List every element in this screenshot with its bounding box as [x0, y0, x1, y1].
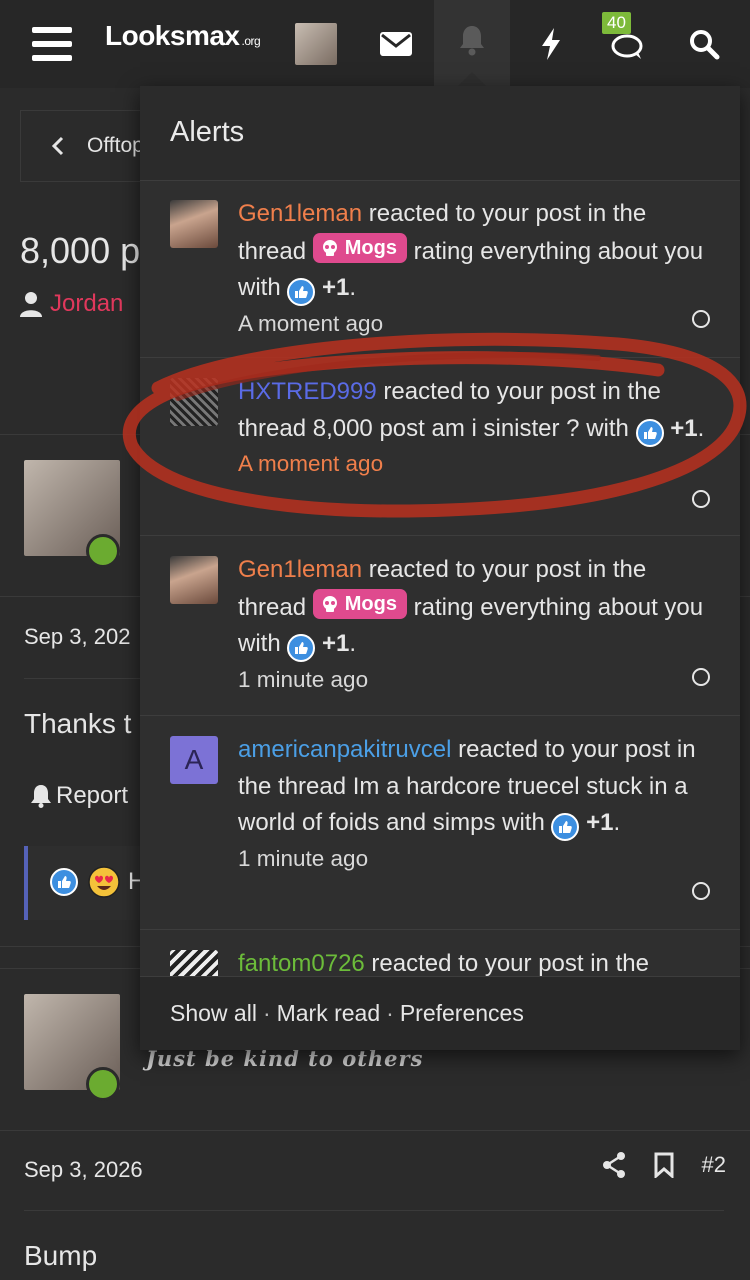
- menu-button[interactable]: [20, 0, 84, 88]
- show-all-link[interactable]: Show all: [170, 1000, 257, 1027]
- mogs-prefix-tag: Mogs: [312, 588, 407, 619]
- bell-icon: [31, 785, 51, 808]
- alert-timestamp: A moment ago: [238, 451, 384, 476]
- share-icon[interactable]: [602, 1152, 626, 1178]
- heart-eyes-emoji-icon: [88, 866, 120, 898]
- top-navigation-bar: Looksmax .org 40: [0, 0, 750, 89]
- alert-text: Gen1leman reacted to your post in the th…: [238, 196, 718, 341]
- mark-read-link[interactable]: Mark read: [277, 1000, 381, 1027]
- avatar[interactable]: [170, 556, 218, 604]
- alert-item[interactable]: A americanpakitruvcel reacted to your po…: [140, 716, 740, 930]
- alert-text: HXTRED999 reacted to your post in the th…: [238, 374, 718, 481]
- report-label: Report: [56, 782, 129, 809]
- divider: [24, 1210, 724, 1211]
- skull-icon: [322, 239, 337, 256]
- post-tools: #2: [602, 1152, 726, 1178]
- alert-item[interactable]: fantom0726 reacted to your post in the: [140, 930, 740, 976]
- alert-username[interactable]: fantom0726: [238, 950, 365, 976]
- mark-read-toggle[interactable]: [692, 490, 710, 508]
- avatar[interactable]: A: [170, 736, 218, 784]
- thread-author[interactable]: Jordan: [20, 290, 123, 318]
- alerts-title: Alerts: [170, 116, 245, 148]
- avatar[interactable]: [170, 200, 218, 248]
- search-button[interactable]: [680, 0, 728, 88]
- report-button[interactable]: Report: [30, 782, 128, 810]
- breadcrumb-label: Offtop: [87, 134, 144, 157]
- popup-pointer: [458, 72, 486, 86]
- alert-username[interactable]: Gen1leman: [238, 200, 362, 227]
- like-reaction-icon: [50, 868, 78, 896]
- lightning-icon: [542, 28, 560, 60]
- bell-icon: [460, 26, 484, 56]
- avatar[interactable]: [170, 378, 218, 426]
- hamburger-icon: [32, 27, 72, 61]
- thread-title: 8,000 p: [20, 230, 141, 271]
- alert-timestamp: 1 minute ago: [238, 666, 369, 692]
- alert-username[interactable]: HXTRED999: [238, 378, 377, 405]
- like-reaction-icon: [635, 418, 664, 447]
- user-icon: [20, 292, 42, 317]
- post-date[interactable]: Sep 3, 2026: [24, 1157, 143, 1183]
- avatar-letter: A: [184, 744, 204, 775]
- post-date[interactable]: Sep 3, 202: [24, 624, 130, 650]
- alerts-header: Alerts: [140, 86, 740, 181]
- envelope-icon: [380, 32, 412, 56]
- alerts-footer: Show all · Mark read · Preferences: [140, 976, 740, 1050]
- alert-username[interactable]: americanpakitruvcel: [238, 736, 451, 763]
- mogs-prefix-tag: Mogs: [312, 232, 407, 263]
- author-name: Jordan: [50, 290, 124, 317]
- alert-item[interactable]: HXTRED999 reacted to your post in the th…: [140, 358, 740, 536]
- bookmark-icon[interactable]: [654, 1152, 674, 1178]
- avatar: [295, 23, 337, 65]
- post-text: Bump: [24, 1240, 98, 1271]
- online-status-dot: [86, 534, 120, 568]
- chat-count-badge: 40: [602, 12, 631, 34]
- skull-icon: [322, 595, 337, 612]
- site-logo[interactable]: Looksmax .org: [105, 20, 261, 52]
- inbox-button[interactable]: [370, 0, 422, 88]
- like-reaction-icon: [287, 634, 316, 662]
- alert-timestamp: A moment ago: [238, 310, 384, 336]
- avatar[interactable]: [170, 950, 218, 976]
- divider: [0, 1130, 750, 1131]
- alert-item[interactable]: Gen1leman reacted to your post in the th…: [140, 180, 740, 358]
- alert-text: americanpakitruvcel reacted to your post…: [238, 732, 718, 876]
- like-reaction-icon: [551, 813, 580, 841]
- alert-text: Gen1leman reacted to your post in the th…: [238, 552, 718, 697]
- chevron-left-icon: [51, 136, 64, 156]
- alerts-list: Gen1leman reacted to your post in the th…: [140, 180, 740, 976]
- alert-username[interactable]: Gen1leman: [238, 556, 362, 583]
- online-status-dot: [86, 1067, 120, 1101]
- whats-new-button[interactable]: [526, 0, 576, 88]
- alert-timestamp: 1 minute ago: [238, 845, 369, 871]
- mark-read-toggle[interactable]: [692, 668, 710, 686]
- preferences-link[interactable]: Preferences: [400, 1000, 524, 1027]
- post-text: Thanks t: [24, 708, 132, 739]
- search-icon: [690, 30, 720, 60]
- alert-text: fantom0726 reacted to your post in the: [238, 950, 649, 976]
- post-number-link[interactable]: #2: [702, 1152, 726, 1178]
- mark-read-toggle[interactable]: [692, 882, 710, 900]
- mark-read-toggle[interactable]: [692, 310, 710, 328]
- alert-item[interactable]: Gen1leman reacted to your post in the th…: [140, 536, 740, 716]
- reactions-bar[interactable]: H: [24, 846, 148, 920]
- like-reaction-icon: [287, 278, 316, 306]
- user-avatar-button[interactable]: [292, 0, 340, 88]
- alerts-popup: Alerts Gen1leman reacted to your post in…: [140, 86, 740, 1050]
